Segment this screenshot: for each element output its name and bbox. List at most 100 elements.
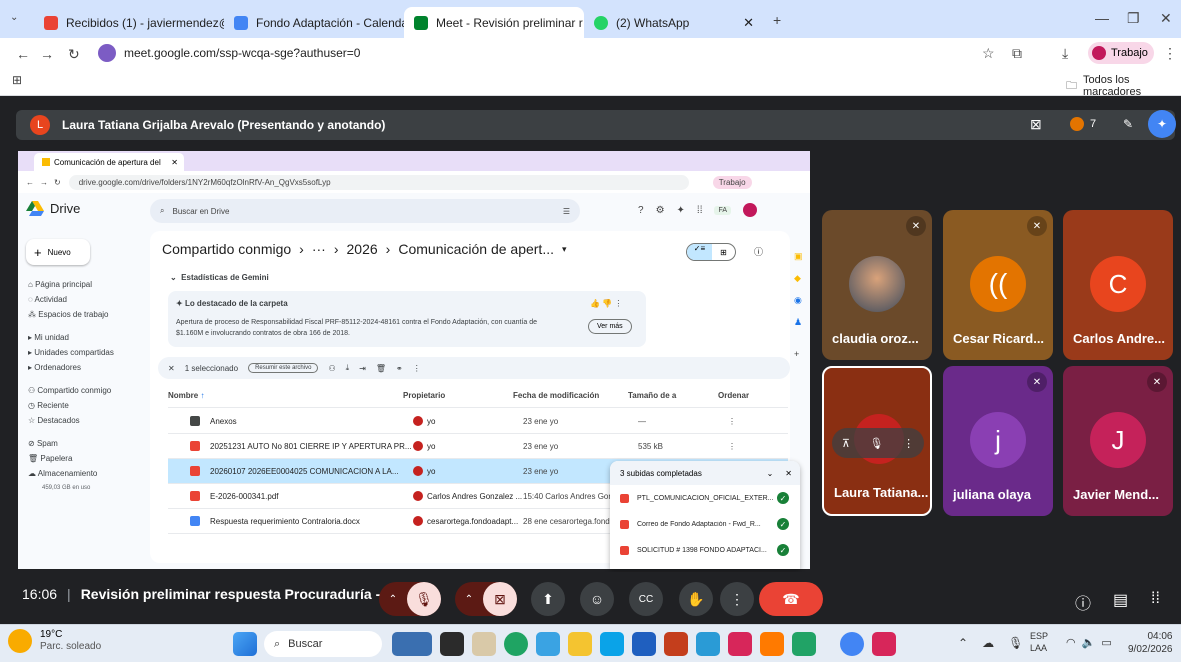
powerpoint-icon[interactable]	[664, 632, 688, 656]
collapse-icon[interactable]: ⌄	[767, 469, 774, 478]
share-icon[interactable]: ⚇	[328, 364, 335, 373]
participant-tile[interactable]: C Carlos Andre...	[1063, 210, 1173, 360]
breadcrumb-item[interactable]: Compartido conmigo	[162, 241, 291, 257]
camera-off-icon[interactable]: ⊠	[483, 582, 517, 616]
excel-icon[interactable]	[792, 632, 816, 656]
download-icon[interactable]: ⤓	[1062, 45, 1068, 62]
firefox-icon[interactable]	[760, 632, 784, 656]
apps-icon[interactable]: ⁞⁞	[697, 205, 703, 216]
new-button[interactable]: + Nuevo	[26, 239, 90, 265]
hide-presentation-icon[interactable]: ⊠	[1030, 116, 1042, 133]
row-more-icon[interactable]: ⋮	[728, 417, 736, 426]
clock[interactable]: 04:06 9/02/2026	[1128, 630, 1173, 656]
star-icon[interactable]: ☆	[982, 45, 995, 62]
present-button[interactable]: ⬆	[531, 582, 565, 616]
mic-options-icon[interactable]: ⌃	[379, 594, 407, 605]
grid-view-icon[interactable]: ⊞	[712, 248, 735, 257]
nav-starred[interactable]: ☆ Destacados	[28, 413, 114, 428]
breadcrumb-item[interactable]: 2026	[347, 241, 378, 257]
taskbar-search[interactable]: ⌕ Buscar	[264, 631, 382, 657]
chevron-down-icon[interactable]: ▾	[562, 244, 567, 255]
inner-tab[interactable]: Comunicación de apertura del ✕	[34, 153, 184, 171]
chrome-icon[interactable]	[840, 632, 864, 656]
apps-grid-icon[interactable]: ⊞	[12, 73, 22, 87]
nav-trash[interactable]: 🗑 Papelera	[28, 451, 114, 466]
status-icons[interactable]: ◠ 🔈 ▭	[1066, 636, 1112, 649]
nav-storage[interactable]: ☁ Almacenamiento	[28, 466, 114, 481]
avatar[interactable]	[743, 203, 758, 217]
camera-options-icon[interactable]: ⌃	[455, 594, 483, 605]
new-tab-icon[interactable]: +	[773, 12, 781, 28]
more-icon[interactable]: ⋮	[413, 364, 421, 373]
chevron-up-icon[interactable]: ⌃	[958, 636, 968, 650]
extensions-icon[interactable]: ⧉	[1012, 45, 1022, 62]
close-window-icon[interactable]: ✕	[1160, 10, 1172, 27]
link-icon[interactable]: ⚭	[396, 364, 403, 373]
upload-item[interactable]: Correo de Fondo Adaptación - Fwd_R... ✓	[610, 511, 800, 537]
restore-icon[interactable]: ❐	[1127, 10, 1140, 27]
download-icon[interactable]: ⤓	[346, 363, 350, 373]
participant-tile[interactable]: J ✕ Javier Mend...	[1063, 366, 1173, 516]
list-view-icon[interactable]: ✓≡	[687, 244, 712, 260]
close-icon[interactable]: ✕	[171, 158, 178, 167]
windows-start-icon[interactable]	[233, 632, 257, 656]
nav-shared-with-me[interactable]: ⚇ Compartido conmigo	[28, 383, 114, 398]
annotate-icon[interactable]: ✎	[1114, 110, 1142, 138]
reload-icon[interactable]: ↻	[68, 46, 80, 63]
tab-gmail[interactable]: Recibidos (1) - javiermendez@f ✕	[34, 7, 224, 38]
chrome-icon[interactable]	[504, 632, 528, 656]
drive-search[interactable]: ⌕ Buscar en Drive ☰	[150, 199, 580, 223]
nav-shared-drives[interactable]: ▸ Unidades compartidas	[28, 345, 114, 360]
onedrive-icon[interactable]: ☁	[982, 636, 994, 650]
nav-recent[interactable]: ◷ Reciente	[28, 398, 114, 413]
mic-off-icon[interactable]: 🎙	[407, 582, 441, 616]
forward-icon[interactable]: →	[40, 178, 48, 187]
url-field[interactable]: meet.google.com/ssp-wcqa-sge?authuser=0	[94, 41, 1014, 65]
app-icon[interactable]	[872, 632, 896, 656]
inner-url[interactable]: drive.google.com/drive/folders/1NY2rM60q…	[68, 174, 689, 190]
info-icon[interactable]: ⓘ	[754, 245, 763, 258]
add-icon[interactable]: +	[794, 343, 803, 365]
tasks-icon[interactable]: ◉	[794, 289, 803, 311]
participant-tile[interactable]: ⊼ 🎙 ⋮ Laura Tatiana...	[822, 366, 932, 516]
gemini-stats-header[interactable]: ⌄ Estadísticas de Gemini	[170, 273, 269, 282]
upload-item[interactable]: SOLICITUD # 1398 FONDO ADAPTACI... ✓	[610, 537, 800, 563]
col-modified[interactable]: Fecha de modificación	[513, 391, 628, 400]
inner-profile[interactable]: Trabajo	[712, 175, 752, 189]
close-icon[interactable]: ✕	[735, 15, 754, 31]
nav-computers[interactable]: ▸ Ordenadores	[28, 360, 114, 375]
gemini-icon[interactable]: ✦	[1148, 110, 1176, 138]
col-owner[interactable]: Propietario	[403, 391, 513, 400]
store-icon[interactable]	[632, 632, 656, 656]
col-sort[interactable]: Ordenar	[718, 391, 749, 400]
col-name[interactable]: Nombre ↑	[168, 391, 403, 400]
site-info-icon[interactable]	[98, 44, 116, 62]
nav-home[interactable]: ⌂ Página principal	[28, 277, 114, 292]
keep-icon[interactable]: ◆	[794, 267, 803, 289]
nav-spam[interactable]: ⊘ Spam	[28, 436, 114, 451]
app-icon[interactable]	[472, 632, 496, 656]
app-icon[interactable]	[536, 632, 560, 656]
weather-widget[interactable]: 19°C Parc. soleado	[8, 629, 101, 653]
profile-button[interactable]: Trabajo	[1088, 42, 1154, 64]
settings-icon[interactable]: ⚙	[656, 205, 665, 216]
pin-icon[interactable]: ⊼	[842, 437, 850, 450]
back-icon[interactable]: ←	[26, 178, 34, 187]
table-row[interactable]: 20251231 AUTO No 801 CIERRE IP Y APERTUR…	[168, 434, 788, 459]
breadcrumb-item[interactable]: ···	[312, 241, 326, 257]
more-options-button[interactable]: ⋮	[720, 582, 754, 616]
all-bookmarks[interactable]: 🗀 Todos los marcadores	[1066, 74, 1181, 98]
filter-icon[interactable]: ☰	[563, 207, 570, 216]
nav-workspaces[interactable]: ⁂ Espacios de trabajo	[28, 307, 114, 322]
help-icon[interactable]: ?	[638, 205, 644, 216]
app-icon[interactable]	[696, 632, 720, 656]
tab-meet[interactable]: Meet - Revisión preliminar r ◉ ✕	[404, 7, 584, 38]
contacts-icon[interactable]: ♟	[794, 311, 803, 333]
move-icon[interactable]: ⇥	[359, 364, 366, 373]
ver-mas-button[interactable]: Ver más	[588, 319, 632, 334]
edge-icon[interactable]	[600, 632, 624, 656]
clear-selection-icon[interactable]: ✕	[168, 364, 175, 373]
participants-button[interactable]: 7	[1058, 110, 1108, 138]
emoji-button[interactable]: ☺	[580, 582, 614, 616]
calendar-icon[interactable]: ▣	[794, 245, 803, 267]
